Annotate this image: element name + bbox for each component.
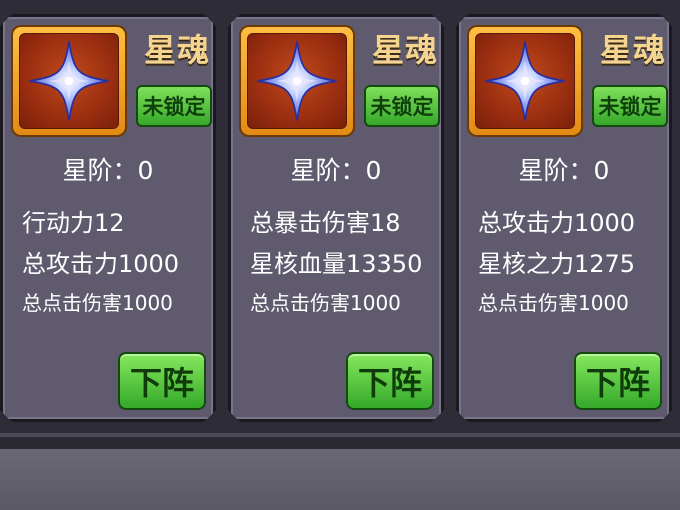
- star-soul-card-3: 星魂 未锁定 星阶：0 总攻击力1000 星核之力1275 总点击伤害1000 …: [456, 14, 672, 422]
- star-soul-card-2: 星魂 未锁定 星阶：0 总暴击伤害18 星核血量13350 总点击伤害1000 …: [228, 14, 444, 422]
- item-icon-background: [475, 33, 575, 129]
- lock-toggle-button[interactable]: 未锁定: [364, 85, 440, 127]
- card-title: 星魂: [371, 31, 438, 69]
- item-icon-background: [247, 33, 347, 129]
- stat-line-1: 总暴击伤害18: [250, 209, 401, 237]
- four-point-star-icon: [482, 38, 568, 124]
- four-point-star-icon: [254, 38, 340, 124]
- panel-divider-dark: [0, 437, 680, 449]
- star-rank: 星阶：0: [62, 156, 154, 185]
- item-icon-background: [19, 33, 119, 129]
- four-point-star-icon: [26, 38, 112, 124]
- item-icon-frame[interactable]: [239, 25, 355, 137]
- stat-line-2: 星核之力1275: [478, 250, 636, 278]
- stat-line-2: 星核血量13350: [250, 250, 423, 278]
- stat-line-3: 总点击伤害1000: [478, 291, 629, 315]
- stat-line-2: 总攻击力1000: [22, 250, 180, 278]
- star-rank: 星阶：0: [518, 156, 610, 185]
- unequip-button[interactable]: 下阵: [574, 352, 662, 410]
- lock-toggle-button[interactable]: 未锁定: [592, 85, 668, 127]
- unequip-button[interactable]: 下阵: [346, 352, 434, 410]
- stat-line-1: 行动力12: [22, 209, 125, 237]
- stat-line-3: 总点击伤害1000: [22, 291, 173, 315]
- card-title: 星魂: [143, 31, 210, 69]
- unequip-button[interactable]: 下阵: [118, 352, 206, 410]
- item-icon-frame[interactable]: [11, 25, 127, 137]
- bottom-bar: [0, 449, 680, 510]
- lock-toggle-button[interactable]: 未锁定: [136, 85, 212, 127]
- star-soul-card-1: 星魂 未锁定 星阶：0 行动力12 总攻击力1000 总点击伤害1000 下阵: [0, 14, 216, 422]
- item-icon-frame[interactable]: [467, 25, 583, 137]
- star-rank: 星阶：0: [290, 156, 382, 185]
- card-title: 星魂: [599, 31, 666, 69]
- stat-line-3: 总点击伤害1000: [250, 291, 401, 315]
- stat-line-1: 总攻击力1000: [478, 209, 636, 237]
